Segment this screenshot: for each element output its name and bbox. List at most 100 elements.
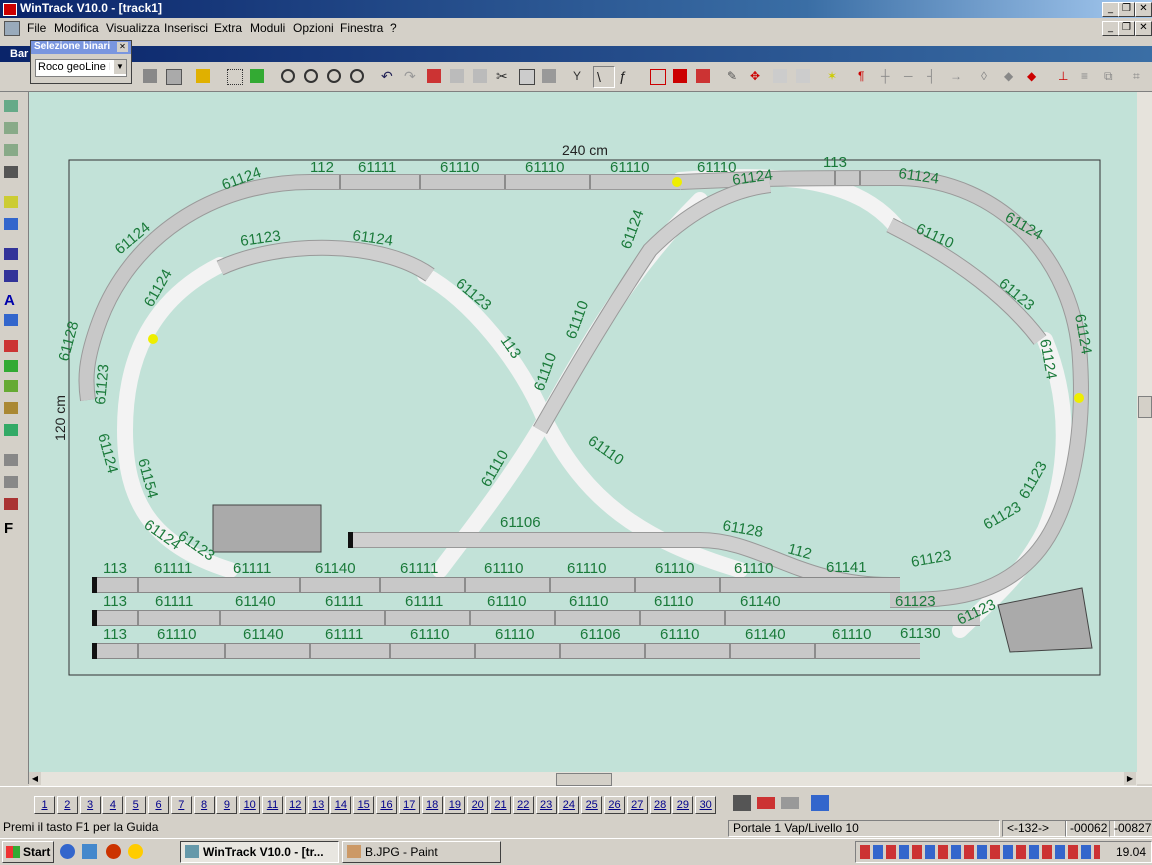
spark-tool-icon[interactable] xyxy=(4,196,24,214)
menu-visualizza[interactable]: Visualizza xyxy=(106,21,160,35)
ie-icon[interactable] xyxy=(60,844,75,859)
undo-icon[interactable]: ↶ xyxy=(378,66,398,86)
child-minimize-button[interactable]: _ xyxy=(1102,21,1119,36)
page-tab-22[interactable]: 22 xyxy=(512,796,534,814)
switch-tool-icon[interactable] xyxy=(4,122,24,140)
page-tab-28[interactable]: 28 xyxy=(649,796,671,814)
menu-moduli[interactable]: Moduli xyxy=(250,21,285,35)
page-tab-4[interactable]: 4 xyxy=(102,796,124,814)
page-tab-14[interactable]: 14 xyxy=(330,796,352,814)
start-button[interactable]: Start xyxy=(2,841,54,863)
frame-icon[interactable] xyxy=(470,66,490,86)
graph-tool-icon[interactable] xyxy=(4,424,24,442)
scroll-thumb[interactable] xyxy=(556,773,612,786)
outlook-icon[interactable] xyxy=(82,844,97,859)
arrow-line-icon[interactable]: → xyxy=(947,66,967,86)
height-tool-icon[interactable] xyxy=(4,454,24,472)
page-tab-23[interactable]: 23 xyxy=(535,796,557,814)
menu-inserisci[interactable]: Inserisci xyxy=(164,21,208,35)
page-tab-19[interactable]: 19 xyxy=(444,796,466,814)
menu-modifica[interactable]: Modifica xyxy=(54,21,99,35)
page-tab-17[interactable]: 17 xyxy=(398,796,420,814)
page-tab-18[interactable]: 18 xyxy=(421,796,443,814)
cross-tool-icon[interactable] xyxy=(4,166,24,184)
print-icon[interactable] xyxy=(140,66,160,86)
task-wintrack[interactable]: WinTrack V10.0 - [tr... xyxy=(180,841,339,863)
scroll-left-icon[interactable]: ◀ xyxy=(29,772,41,785)
layers-icon[interactable] xyxy=(447,66,467,86)
rotate-180-icon[interactable] xyxy=(793,66,813,86)
minimize-button[interactable]: _ xyxy=(1102,2,1119,17)
dimension-tool-icon[interactable] xyxy=(4,248,24,266)
page-tab-1[interactable]: 1 xyxy=(34,796,55,814)
child-close-button[interactable]: ✕ xyxy=(1135,21,1152,36)
zoom-in-icon[interactable] xyxy=(301,66,321,86)
pen-icon[interactable]: ✎ xyxy=(724,66,744,86)
layer-stack-icon[interactable] xyxy=(733,795,751,811)
page-tab-12[interactable]: 12 xyxy=(284,796,306,814)
module-icon[interactable] xyxy=(647,66,667,86)
player-icon[interactable] xyxy=(128,844,143,859)
page-tab-6[interactable]: 6 xyxy=(148,796,169,814)
page-tab-21[interactable]: 21 xyxy=(490,796,511,814)
cut-icon[interactable]: ✂ xyxy=(493,66,513,86)
page-tab-13[interactable]: 13 xyxy=(307,796,329,814)
scale-tool-icon[interactable] xyxy=(4,270,24,288)
panel-title-bar[interactable]: Selezione binari ✕ xyxy=(31,41,131,54)
scroll-thumb[interactable] xyxy=(1138,396,1152,418)
track-tool-icon[interactable] xyxy=(4,100,24,118)
terrain-tool-icon[interactable] xyxy=(4,402,24,420)
marker-icon[interactable]: ◆ xyxy=(1001,66,1021,86)
menu-file[interactable]: File xyxy=(27,21,46,35)
gradient-tool-icon[interactable] xyxy=(4,476,24,494)
page-tab-20[interactable]: 20 xyxy=(467,796,489,814)
text-tool-icon[interactable]: A xyxy=(4,292,24,310)
page-tab-24[interactable]: 24 xyxy=(558,796,580,814)
page-tab-15[interactable]: 15 xyxy=(353,796,375,814)
red-double-icon[interactable] xyxy=(693,66,713,86)
more-icon[interactable]: ⌗ xyxy=(1130,66,1150,86)
zoom-out-icon[interactable] xyxy=(278,66,298,86)
preview-icon[interactable] xyxy=(163,66,183,86)
menu-opzioni[interactable]: Opzioni xyxy=(293,21,334,35)
move-icon[interactable]: ✥ xyxy=(747,66,767,86)
tree-tool-icon[interactable] xyxy=(4,360,24,378)
stack-icon[interactable]: ≡ xyxy=(1078,66,1098,86)
doc-icon[interactable] xyxy=(4,21,20,36)
layer-blue-icon[interactable] xyxy=(811,795,829,811)
landscape-tool-icon[interactable] xyxy=(4,380,24,398)
picture-icon[interactable] xyxy=(247,66,267,86)
horizontal-scrollbar[interactable]: ◀ ▶ xyxy=(29,772,1137,786)
pencil-tool-icon[interactable] xyxy=(4,498,24,516)
open-icon[interactable] xyxy=(193,66,213,86)
page-tab-16[interactable]: 16 xyxy=(376,796,397,814)
track-library-dropdown[interactable]: Roco geoLine H ▼ xyxy=(35,59,127,77)
task-paint[interactable]: B.JPG - Paint xyxy=(342,841,501,863)
page-tab-29[interactable]: 29 xyxy=(672,796,694,814)
page-tab-8[interactable]: 8 xyxy=(193,796,215,814)
vertical-scrollbar[interactable] xyxy=(1137,92,1152,784)
flag-tool-icon[interactable]: F xyxy=(4,520,24,538)
page-tab-11[interactable]: 11 xyxy=(262,796,283,814)
join-icon[interactable]: ┼ xyxy=(878,66,898,86)
tray-icons[interactable] xyxy=(860,845,1100,859)
child-restore-button[interactable]: ❐ xyxy=(1118,21,1135,36)
branch-icon[interactable]: ┤ xyxy=(924,66,944,86)
menu-finestra[interactable]: Finestra xyxy=(340,21,383,35)
media-icon[interactable] xyxy=(106,844,121,859)
track-plan-drawing[interactable]: 240 cm 120 cm 61124 112 61111 61110 6111… xyxy=(29,92,1137,772)
page-tab-27[interactable]: 27 xyxy=(626,796,648,814)
chevron-down-icon[interactable]: ▼ xyxy=(114,60,126,74)
menu-extra[interactable]: Extra xyxy=(214,21,242,35)
layout-canvas[interactable]: 240 cm 120 cm 61124 112 61111 61110 6111… xyxy=(29,92,1137,772)
page-tab-3[interactable]: 3 xyxy=(79,796,101,814)
building-tool-icon[interactable] xyxy=(4,218,24,236)
panel-close-button[interactable]: ✕ xyxy=(117,42,128,52)
copy-layout-icon[interactable]: ⧉ xyxy=(1101,66,1121,86)
star-icon[interactable]: ✶ xyxy=(824,66,844,86)
paste-icon[interactable] xyxy=(539,66,559,86)
zoom-all-icon[interactable] xyxy=(347,66,367,86)
close-button[interactable]: ✕ xyxy=(1135,2,1152,17)
rotate-icon[interactable] xyxy=(770,66,790,86)
page-tab-2[interactable]: 2 xyxy=(56,796,78,814)
